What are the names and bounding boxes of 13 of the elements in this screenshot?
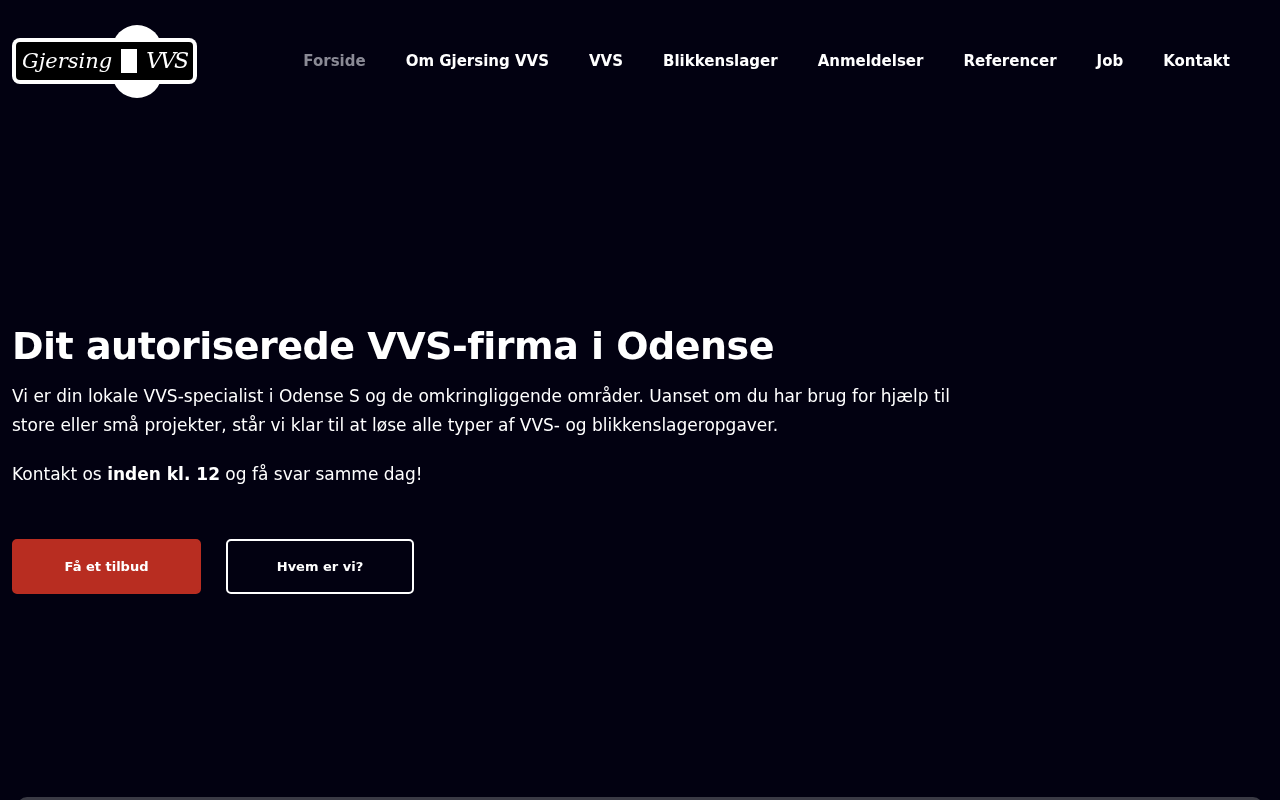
hero-title: Dit autoriserede VVS-firma i Odense — [12, 323, 775, 370]
nav-link[interactable]: Referencer — [943, 41, 1077, 81]
nav-link[interactable]: Kontakt — [1143, 41, 1250, 81]
nav-link[interactable]: Forside — [283, 41, 386, 81]
quote-button[interactable]: Få et tilbud — [12, 539, 201, 594]
nav-link[interactable]: Job — [1076, 41, 1144, 81]
contact-note: Kontakt os inden kl. 12 og få svar samme dag! — [12, 463, 424, 486]
nav-link[interactable]: Om Gjersing VVS — [385, 41, 569, 81]
hero-text: Vi er din lokale VVS-specialist i Odense S og de omkringliggende områder. Uanset om du har brug for hjælp til store eller små projekter, står vi klar til at løse alle typer af VVS- og blikkenslageropgaver. — [12, 385, 951, 437]
nav-link[interactable]: Blikkenslager — [643, 41, 798, 81]
nav-link[interactable]: VVS — [569, 41, 643, 81]
nav-link[interactable]: Anmeldelser — [797, 41, 944, 81]
about-button[interactable]: Hvem er vi? — [226, 539, 414, 594]
